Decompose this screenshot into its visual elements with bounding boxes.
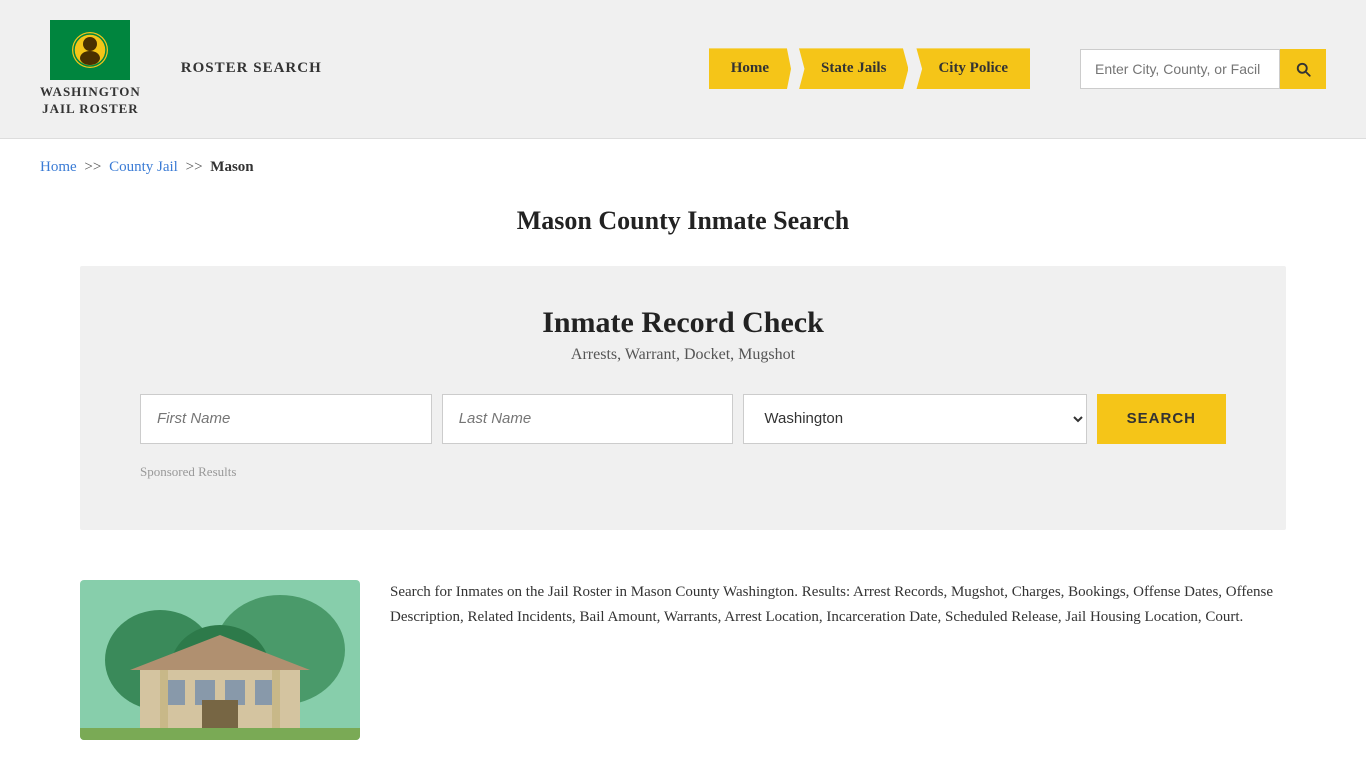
record-check-box: Inmate Record Check Arrests, Warrant, Do…: [80, 266, 1286, 530]
breadcrumb-sep-1: >>: [84, 159, 101, 175]
bottom-section: Search for Inmates on the Jail Roster in…: [0, 550, 1366, 780]
sponsored-label: Sponsored Results: [140, 464, 1226, 480]
breadcrumb-sep-2: >>: [186, 159, 203, 175]
record-check-form: AlabamaAlaskaArizonaArkansasCaliforniaCo…: [140, 394, 1226, 444]
nav-home-btn[interactable]: Home: [709, 48, 791, 89]
breadcrumb-area: Home >> County Jail >> Mason: [0, 139, 1366, 186]
nav-city-police-btn[interactable]: City Police: [916, 48, 1030, 89]
breadcrumb-home[interactable]: Home: [40, 159, 77, 175]
roster-search-label: ROSTER SEARCH: [181, 60, 322, 77]
site-header: WASHINGTON JAIL ROSTER ROSTER SEARCH Hom…: [0, 0, 1366, 139]
page-title: Mason County Inmate Search: [40, 206, 1326, 236]
record-check-subtitle: Arrests, Warrant, Docket, Mugshot: [140, 346, 1226, 364]
state-select[interactable]: AlabamaAlaskaArizonaArkansasCaliforniaCo…: [743, 394, 1086, 444]
breadcrumb: Home >> County Jail >> Mason: [40, 159, 1326, 176]
record-check-title: Inmate Record Check: [140, 306, 1226, 340]
nav-state-jails-btn[interactable]: State Jails: [799, 48, 908, 89]
jail-image: [80, 580, 360, 740]
first-name-input[interactable]: [140, 394, 432, 444]
site-logo[interactable]: WASHINGTON JAIL ROSTER: [40, 20, 141, 118]
header-search-area: [1080, 49, 1326, 89]
breadcrumb-county-jail[interactable]: County Jail: [109, 159, 178, 175]
last-name-input[interactable]: [442, 394, 734, 444]
description-text: Search for Inmates on the Jail Roster in…: [390, 580, 1286, 631]
header-search-input[interactable]: [1080, 49, 1280, 89]
header-search-button[interactable]: [1280, 49, 1326, 89]
main-nav: Home State Jails City Police: [709, 48, 1030, 89]
logo-title: WASHINGTON JAIL ROSTER: [40, 84, 141, 118]
search-icon: [1294, 60, 1312, 78]
record-search-button[interactable]: SEARCH: [1097, 394, 1226, 444]
breadcrumb-current: Mason: [210, 159, 253, 175]
page-title-area: Mason County Inmate Search: [0, 186, 1366, 246]
logo-flag-icon: [50, 20, 130, 80]
jail-building-illustration: [80, 580, 360, 740]
